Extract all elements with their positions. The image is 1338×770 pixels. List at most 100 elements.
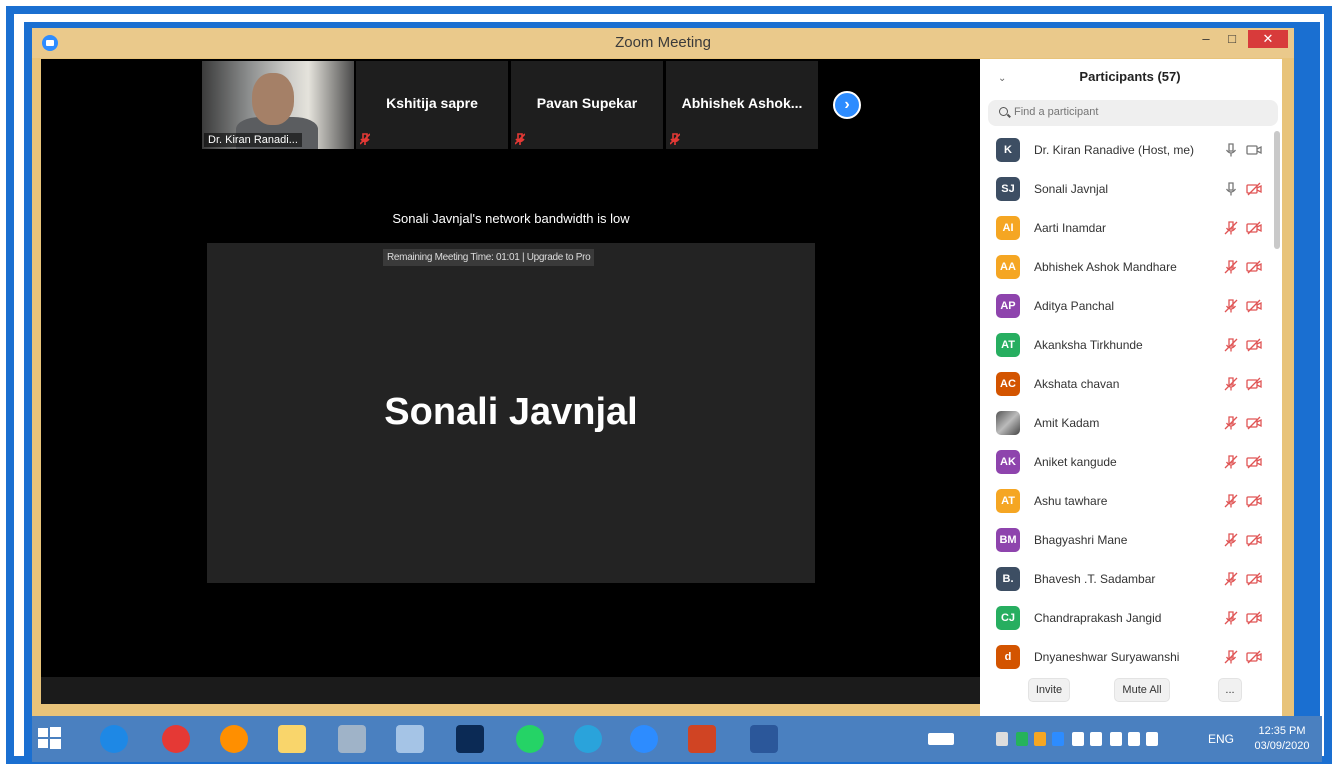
video-off-icon[interactable] (1246, 650, 1262, 664)
firefox-icon[interactable] (220, 725, 248, 753)
muted-mic-icon[interactable] (1224, 416, 1238, 430)
participant-row[interactable]: AP Aditya Panchal (980, 287, 1275, 325)
video-off-icon[interactable] (1246, 221, 1262, 235)
calculator-icon[interactable] (338, 725, 366, 753)
video-icon[interactable] (1246, 143, 1262, 157)
video-off-icon[interactable] (1246, 338, 1262, 352)
person-head (252, 73, 294, 125)
mic-icon[interactable] (1224, 143, 1238, 157)
participant-row[interactable]: B. Bhavesh .T. Sadambar (980, 560, 1275, 598)
participant-name: Chandraprakash Jangid (1034, 611, 1162, 625)
network-signal-icon[interactable] (1128, 732, 1140, 746)
more-options-button[interactable]: ... (1218, 678, 1242, 702)
battery-icon[interactable] (996, 732, 1008, 746)
muted-mic-icon[interactable] (1224, 611, 1238, 625)
speaker-icon[interactable] (1146, 732, 1158, 746)
mute-all-button[interactable]: Mute All (1114, 678, 1170, 702)
close-button[interactable]: ✕ (1248, 30, 1288, 48)
internet-explorer-icon[interactable] (100, 725, 128, 753)
volume-icon[interactable] (1090, 732, 1102, 746)
participant-row[interactable]: AI Aarti Inamdar (980, 209, 1275, 247)
participant-avatar: AT (996, 333, 1020, 357)
thumb-self-video[interactable]: Dr. Kiran Ranadi... (202, 61, 354, 149)
video-off-icon[interactable] (1246, 299, 1262, 313)
bluetooth-icon[interactable] (1072, 732, 1084, 746)
participant-row[interactable]: AT Ashu tawhare (980, 482, 1275, 520)
zoom-icon[interactable] (630, 725, 658, 753)
participant-name: Amit Kadam (1034, 416, 1100, 430)
participant-row[interactable]: SJ Sonali Javnjal (980, 170, 1275, 208)
video-off-icon[interactable] (1246, 533, 1262, 547)
participant-list-scrollbar[interactable] (1274, 131, 1280, 249)
language-indicator[interactable]: ENG (1208, 732, 1234, 746)
participant-row[interactable]: AK Aniket kangude (980, 443, 1275, 481)
video-off-icon[interactable] (1246, 260, 1262, 274)
muted-mic-icon[interactable] (1224, 494, 1238, 508)
tray-app-icon[interactable] (1034, 732, 1046, 746)
participant-name: Akshata chavan (1034, 377, 1120, 391)
muted-mic-icon[interactable] (1224, 338, 1238, 352)
participant-row[interactable]: Amit Kadam (980, 404, 1275, 442)
video-off-icon[interactable] (1246, 182, 1262, 196)
touch-keyboard-icon[interactable] (928, 733, 954, 745)
muted-mic-icon[interactable] (1224, 533, 1238, 547)
action-center-flag-icon[interactable] (1110, 732, 1122, 746)
video-area: Dr. Kiran Ranadi... Kshitija sapre Pavan… (41, 59, 981, 704)
system-clock[interactable]: 12:35 PM 03/09/2020 (1250, 724, 1314, 754)
powerpoint-icon[interactable] (688, 725, 716, 753)
video-off-icon[interactable] (1246, 611, 1262, 625)
next-page-button[interactable]: › (833, 91, 861, 119)
video-off-icon[interactable] (1246, 377, 1262, 391)
muted-mic-icon[interactable] (1224, 650, 1238, 664)
participant-name: Aarti Inamdar (1034, 221, 1107, 235)
participant-name: Bhavesh .T. Sadambar (1034, 572, 1156, 586)
meeting-controls-bar (41, 677, 981, 704)
participant-row[interactable]: CJ Chandraprakash Jangid (980, 599, 1275, 637)
participant-name: Sonali Javnjal (1034, 182, 1109, 196)
muted-mic-icon[interactable] (1224, 377, 1238, 391)
search-input[interactable] (1014, 106, 1264, 118)
thumbnail-strip: Dr. Kiran Ranadi... Kshitija sapre Pavan… (41, 59, 981, 149)
paint-icon[interactable] (396, 725, 424, 753)
video-off-icon[interactable] (1246, 455, 1262, 469)
chrome-icon[interactable] (162, 725, 190, 753)
participant-search[interactable] (988, 100, 1278, 126)
video-off-icon[interactable] (1246, 572, 1262, 586)
video-off-icon[interactable] (1246, 416, 1262, 430)
zoom-tray-icon[interactable] (1052, 732, 1064, 746)
whatsapp-icon[interactable] (516, 725, 544, 753)
participant-row[interactable]: BM Bhagyashri Mane (980, 521, 1275, 559)
participant-avatar (996, 411, 1020, 435)
thumb-participant[interactable]: Pavan Supekar (511, 61, 663, 149)
participant-row[interactable]: AA Abhishek Ashok Mandhare (980, 248, 1275, 286)
participant-row[interactable]: K Dr. Kiran Ranadive (Host, me) (980, 131, 1275, 169)
muted-mic-icon[interactable] (1224, 221, 1238, 235)
thumb-participant[interactable]: Abhishek Ashok... (666, 61, 818, 149)
remaining-time-banner[interactable]: Remaining Meeting Time: 01:01 | Upgrade … (383, 249, 595, 266)
word-icon[interactable] (750, 725, 778, 753)
qbittorrent-icon[interactable] (1016, 732, 1028, 746)
muted-mic-icon[interactable] (1224, 572, 1238, 586)
participant-name: Bhagyashri Mane (1034, 533, 1128, 547)
video-off-icon[interactable] (1246, 494, 1262, 508)
muted-mic-icon[interactable] (1224, 455, 1238, 469)
participant-avatar: AT (996, 489, 1020, 513)
mic-icon[interactable] (1224, 182, 1238, 196)
minimize-button[interactable]: – (1194, 30, 1218, 48)
thumb-participant[interactable]: Kshitija sapre (356, 61, 508, 149)
file-explorer-icon[interactable] (278, 725, 306, 753)
muted-mic-icon[interactable] (1224, 260, 1238, 274)
participant-row[interactable]: d Dnyaneshwar Suryawanshi (980, 638, 1275, 671)
photoshop-icon[interactable] (456, 725, 484, 753)
windows-start-icon[interactable] (36, 725, 64, 753)
search-icon (999, 107, 1008, 116)
participant-avatar: AK (996, 450, 1020, 474)
telegram-icon[interactable] (574, 725, 602, 753)
participant-row[interactable]: AC Akshata chavan (980, 365, 1275, 403)
bandwidth-warning: Sonali Javnjal's network bandwidth is lo… (392, 211, 630, 226)
maximize-button[interactable]: □ (1220, 30, 1244, 48)
clock-date: 03/09/2020 (1254, 740, 1310, 752)
participant-row[interactable]: AT Akanksha Tirkhunde (980, 326, 1275, 364)
muted-mic-icon[interactable] (1224, 299, 1238, 313)
invite-button[interactable]: Invite (1028, 678, 1070, 702)
